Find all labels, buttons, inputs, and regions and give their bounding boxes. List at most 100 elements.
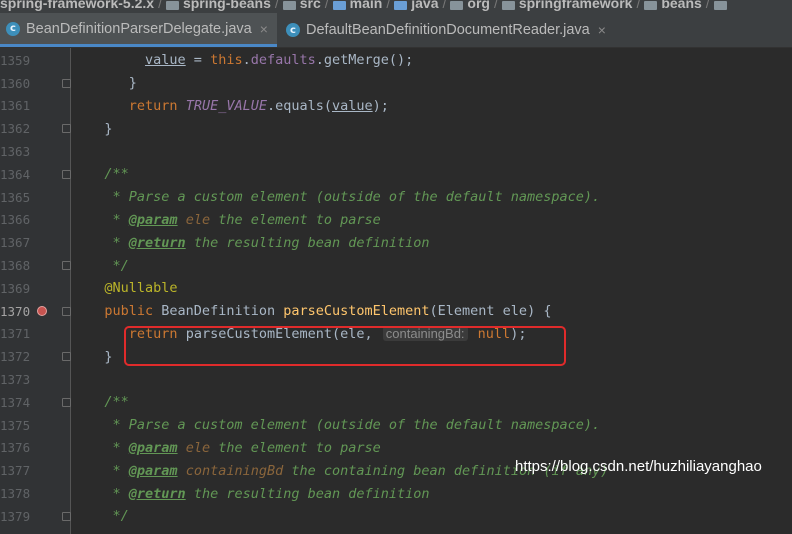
line-number: 1371 bbox=[0, 326, 31, 342]
line-number: 1359 bbox=[0, 52, 31, 68]
folder-icon bbox=[501, 1, 515, 10]
breadcrumb-label: springframework bbox=[518, 0, 633, 11]
breadcrumb-item[interactable]: org bbox=[450, 0, 490, 10]
code-line[interactable]: 1361 return TRUE_VALUE.equals(value); bbox=[0, 95, 792, 118]
breadcrumb-item[interactable]: spring-framework-5.2.x bbox=[0, 0, 154, 10]
code-line[interactable]: 1369 @Nullable bbox=[0, 277, 792, 300]
fold-icon[interactable] bbox=[62, 169, 71, 179]
fold-icon[interactable] bbox=[62, 78, 71, 88]
tab-default-bean-definition-document-reader[interactable]: c DefaultBeanDefinitionDocumentReader.ja… bbox=[280, 13, 620, 47]
code-token: ); bbox=[372, 97, 389, 114]
line-number: 1366 bbox=[0, 212, 31, 228]
code-line[interactable]: 1374 /** bbox=[0, 391, 792, 414]
fold-icon[interactable] bbox=[62, 397, 71, 407]
fold-icon[interactable] bbox=[62, 124, 71, 134]
code-line[interactable]: 1362 } bbox=[0, 117, 792, 140]
override-marker-icon[interactable] bbox=[37, 306, 47, 317]
code-text: */ bbox=[80, 258, 129, 274]
code-text: } bbox=[80, 120, 113, 137]
breadcrumb-item[interactable]: src bbox=[282, 0, 321, 10]
code-token: @param bbox=[128, 439, 178, 456]
line-number: 1363 bbox=[0, 144, 31, 160]
code-token: containingBd bbox=[185, 462, 284, 479]
breadcrumb-item[interactable]: beans bbox=[644, 0, 702, 10]
code-token: } bbox=[80, 120, 113, 137]
folder-icon bbox=[644, 1, 658, 10]
code-token: * bbox=[80, 462, 129, 479]
code-token: } bbox=[80, 75, 137, 92]
code-line[interactable]: 1363 bbox=[0, 140, 792, 163]
close-icon[interactable]: × bbox=[260, 21, 268, 37]
code-token: . bbox=[242, 52, 251, 69]
breadcrumb-item[interactable]: spring-beans bbox=[165, 0, 271, 10]
code-line[interactable]: 1364 /** bbox=[0, 163, 792, 186]
code-line[interactable]: 1378 * @return the resulting bean defini… bbox=[0, 482, 792, 505]
code-line[interactable]: 1360 } bbox=[0, 72, 792, 95]
code-text: } bbox=[80, 349, 112, 365]
code-token: * bbox=[80, 234, 129, 251]
code-line[interactable]: 1376 * @param ele the element to parse bbox=[0, 437, 792, 460]
code-text: /** bbox=[80, 394, 128, 410]
code-token: (Element ele) { bbox=[429, 303, 552, 320]
code-token: @Nullable bbox=[104, 280, 178, 297]
code-line[interactable]: 1366 * @param ele the element to parse bbox=[0, 209, 792, 232]
tab-label: DefaultBeanDefinitionDocumentReader.java bbox=[306, 22, 590, 38]
code-line[interactable]: 1368 */ bbox=[0, 254, 792, 277]
close-icon[interactable]: × bbox=[598, 22, 606, 38]
code-token: * bbox=[80, 485, 129, 502]
code-line[interactable]: 1370 public BeanDefinition parseCustomEl… bbox=[0, 300, 792, 323]
breadcrumb-item[interactable]: main bbox=[332, 0, 383, 11]
code-token: .equals( bbox=[266, 97, 332, 114]
code-token: ele bbox=[185, 211, 211, 228]
code-line[interactable]: 1375 * Parse a custom element (outside o… bbox=[0, 414, 792, 437]
code-line[interactable]: 1365 * Parse a custom element (outside o… bbox=[0, 186, 792, 209]
fold-icon[interactable] bbox=[62, 261, 71, 271]
breadcrumb-label: java bbox=[411, 0, 439, 11]
code-token: this bbox=[210, 52, 243, 69]
code-text: */ bbox=[80, 508, 129, 524]
line-number: 1373 bbox=[0, 372, 31, 388]
code-token: = bbox=[185, 52, 211, 69]
code-line[interactable]: 1379 */ bbox=[0, 505, 792, 528]
code-text: @Nullable bbox=[80, 280, 178, 297]
code-token: the resulting bean definition bbox=[185, 234, 430, 251]
code-line[interactable]: 1359 value = this.defaults.getMerge(); bbox=[0, 49, 792, 72]
breadcrumb-item[interactable]: springframework bbox=[501, 0, 633, 11]
breadcrumb-label: main bbox=[349, 0, 383, 11]
folder-icon bbox=[394, 1, 408, 10]
code-token: defaults bbox=[250, 52, 316, 69]
code-token: return bbox=[128, 97, 186, 114]
breadcrumb-item[interactable] bbox=[713, 0, 731, 10]
line-number: 1360 bbox=[0, 75, 31, 91]
line-number: 1370 bbox=[0, 303, 31, 319]
folder-icon bbox=[332, 1, 346, 10]
watermark: https://blog.csdn.net/huzhiliayanghao bbox=[515, 458, 762, 475]
code-token: */ bbox=[80, 257, 129, 274]
breadcrumb: spring-framework-5.2.x / spring-beans / src /… bbox=[0, 0, 792, 13]
code-text: * @param ele the element to parse bbox=[80, 440, 381, 456]
fold-icon[interactable] bbox=[62, 511, 71, 521]
code-text: public BeanDefinition parseCustomElement… bbox=[80, 303, 551, 319]
line-number: 1375 bbox=[0, 417, 31, 433]
fold-icon[interactable] bbox=[62, 352, 71, 362]
line-number: 1374 bbox=[0, 394, 31, 410]
breadcrumb-label: spring-framework-5.2.x bbox=[0, 0, 155, 11]
folder-icon bbox=[282, 1, 296, 10]
line-number: 1372 bbox=[0, 349, 31, 365]
code-line[interactable]: 1367 * @return the resulting bean defini… bbox=[0, 231, 792, 254]
breadcrumb-separator: / bbox=[324, 0, 329, 11]
breadcrumb-label: org bbox=[467, 0, 490, 11]
code-token: * Parse a custom element (outside of the… bbox=[80, 417, 601, 434]
tab-bean-definition-parser-delegate[interactable]: c BeanDefinitionParserDelegate.java × bbox=[0, 13, 277, 47]
breadcrumb-item[interactable]: java bbox=[394, 0, 439, 11]
breadcrumb-separator: / bbox=[158, 0, 162, 11]
class-icon: c bbox=[6, 21, 20, 36]
fold-icon[interactable] bbox=[62, 306, 71, 316]
code-line[interactable]: 1373 bbox=[0, 368, 792, 391]
line-number: 1368 bbox=[0, 258, 31, 274]
